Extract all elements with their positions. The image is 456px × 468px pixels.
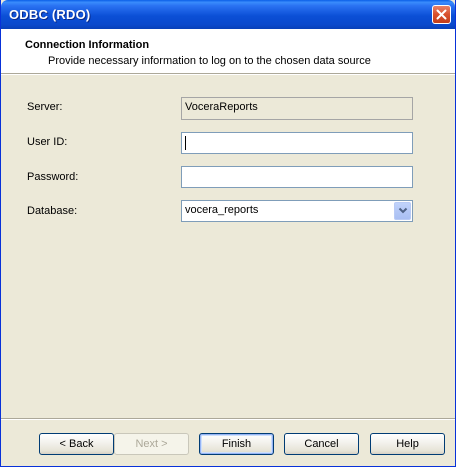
text-caret (185, 136, 186, 150)
help-button[interactable]: Help (370, 433, 445, 455)
next-button[interactable]: Next > (114, 433, 189, 455)
header-divider (1, 74, 455, 75)
page-subtitle: Provide necessary information to log on … (48, 55, 371, 67)
cancel-button[interactable]: Cancel (284, 433, 359, 455)
database-label: Database: (27, 205, 78, 217)
window-title: ODBC (RDO) (9, 7, 91, 22)
title-bar[interactable]: ODBC (RDO) (1, 0, 455, 29)
server-label: Server: (27, 101, 63, 113)
finish-button[interactable]: Finish (199, 433, 274, 455)
userid-input[interactable] (181, 132, 413, 154)
wizard-header-panel: Connection Information Provide necessary… (1, 29, 455, 74)
close-button[interactable] (432, 5, 451, 24)
userid-label: User ID: (27, 136, 68, 148)
server-field: VoceraReports (181, 97, 413, 120)
database-value: vocera_reports (185, 204, 259, 216)
odbc-dialog-window: ODBC (RDO) Connection Information Provid… (0, 0, 456, 467)
server-value: VoceraReports (185, 101, 258, 113)
page-title: Connection Information (25, 39, 150, 51)
database-select[interactable]: vocera_reports (181, 200, 413, 222)
back-button[interactable]: < Back (39, 433, 114, 455)
password-input[interactable] (181, 166, 413, 188)
footer-divider-highlight (1, 419, 455, 420)
password-label: Password: (27, 171, 79, 183)
dropdown-button[interactable] (394, 202, 411, 220)
